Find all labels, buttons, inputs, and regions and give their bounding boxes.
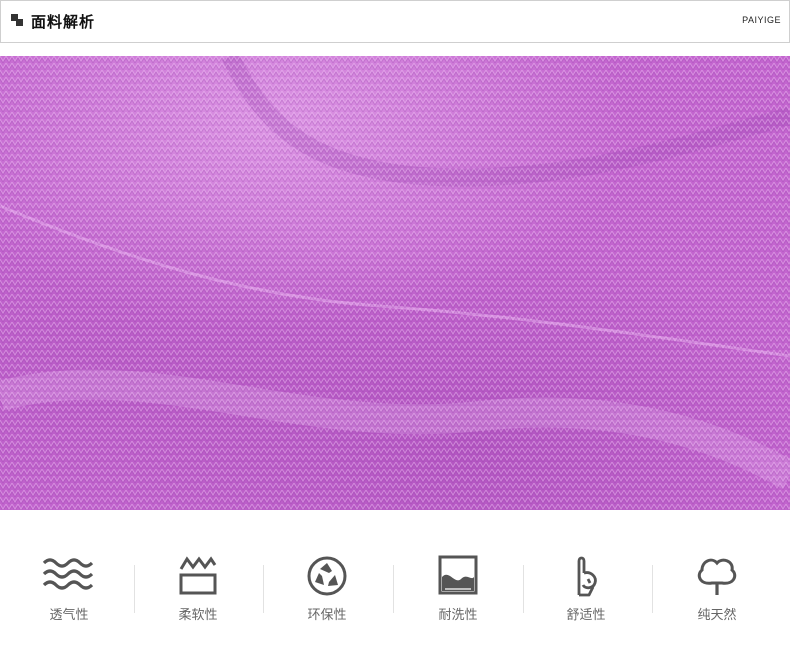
feature-divider xyxy=(393,565,394,613)
section-title: 面料解析 xyxy=(31,13,96,31)
section-logo-icon xyxy=(11,14,25,28)
feature-comfort: 舒适性 xyxy=(531,555,641,623)
feature-bar: 透气性 柔软性 环保性 耐洗性 舒适性 纯天然 xyxy=(0,555,790,635)
feature-soft: 柔软性 xyxy=(143,555,253,623)
feature-divider xyxy=(263,565,264,613)
feature-label: 舒适性 xyxy=(566,608,606,623)
feature-eco: 环保性 xyxy=(272,555,382,623)
feature-label: 柔软性 xyxy=(178,608,218,623)
fabric-closeup-image xyxy=(0,56,790,510)
feature-label: 耐洗性 xyxy=(438,608,478,623)
brand-label: PAIYIGE xyxy=(742,15,781,25)
feature-washable: 耐洗性 xyxy=(403,555,513,623)
section-header: 面料解析 PAIYIGE xyxy=(0,0,790,43)
feature-divider xyxy=(523,565,524,613)
feature-breathable: 透气性 xyxy=(14,555,124,623)
feature-label: 透气性 xyxy=(49,608,89,623)
feature-label: 环保性 xyxy=(307,608,347,623)
tree-icon xyxy=(697,558,737,595)
waves-icon xyxy=(42,558,94,590)
feature-label: 纯天然 xyxy=(697,608,737,623)
ok-hand-icon xyxy=(577,556,597,597)
feature-divider xyxy=(652,565,653,613)
feature-divider xyxy=(134,565,135,613)
landscape-frame-icon xyxy=(438,555,478,595)
recycle-icon xyxy=(307,556,347,596)
feature-natural: 纯天然 xyxy=(662,555,772,623)
fabric-texture xyxy=(0,56,790,510)
soft-box-icon xyxy=(179,556,217,595)
